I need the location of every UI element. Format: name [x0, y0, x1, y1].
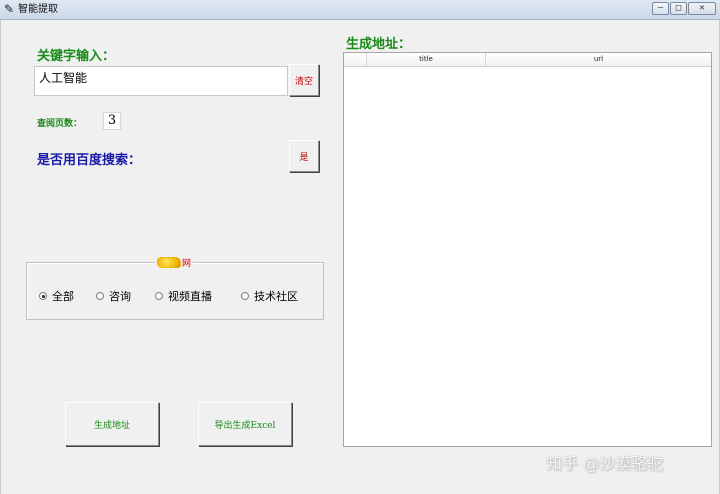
clear-button[interactable]: 清空 [289, 64, 319, 96]
baidu-search-label: 是否用百度搜索： [37, 153, 142, 168]
radio-consult[interactable]: 咨询 [96, 288, 131, 304]
keyword-input[interactable]: 人工智能 [34, 66, 288, 96]
radio-indicator[interactable] [241, 292, 249, 300]
radio-video-live[interactable]: 视频直播 [155, 288, 212, 304]
pages-label: 查阅页数： [37, 119, 83, 129]
column-header-url[interactable]: url [486, 53, 711, 66]
minimize-button[interactable]: – [652, 2, 669, 15]
radio-all[interactable]: 全部 [39, 288, 74, 304]
table-header-blank [344, 53, 367, 66]
baidu-toggle-button[interactable]: 是 [289, 140, 319, 172]
radio-label: 视频直播 [168, 290, 212, 303]
radio-indicator[interactable] [39, 292, 47, 300]
site-group-suffix: 网 [182, 259, 192, 269]
radio-label: 技术社区 [254, 290, 298, 303]
feather-icon: ✎ [4, 2, 15, 16]
radio-label: 咨询 [109, 290, 131, 303]
pages-input[interactable]: 3 [103, 112, 121, 130]
column-header-title[interactable]: title [367, 53, 486, 66]
radio-indicator[interactable] [96, 292, 104, 300]
watermark: 知乎 @沙漠骆驼 [546, 454, 664, 473]
radio-tech-community[interactable]: 技术社区 [241, 288, 298, 304]
export-excel-button[interactable]: 导出生成Excel [198, 402, 292, 446]
generate-address-button[interactable]: 生成地址 [65, 402, 159, 446]
maximize-button[interactable]: □ [670, 2, 687, 15]
site-logo-image [157, 257, 181, 268]
title-bar: ✎ 智能提取 – □ ✕ [0, 0, 720, 20]
window-title: 智能提取 [18, 4, 58, 15]
window-controls: – □ ✕ [652, 2, 716, 17]
radio-indicator[interactable] [155, 292, 163, 300]
keyword-label: 关键字输入： [37, 49, 116, 64]
results-label: 生成地址： [346, 37, 412, 52]
site-group-title: 网 [155, 256, 194, 269]
results-table[interactable]: title url [343, 52, 712, 447]
radio-label: 全部 [52, 290, 74, 303]
close-button[interactable]: ✕ [688, 2, 716, 15]
table-header: title url [344, 53, 711, 67]
main-panel: 关键字输入： 人工智能 清空 查阅页数： 3 是否用百度搜索： 是 网 全部 咨… [0, 20, 720, 494]
